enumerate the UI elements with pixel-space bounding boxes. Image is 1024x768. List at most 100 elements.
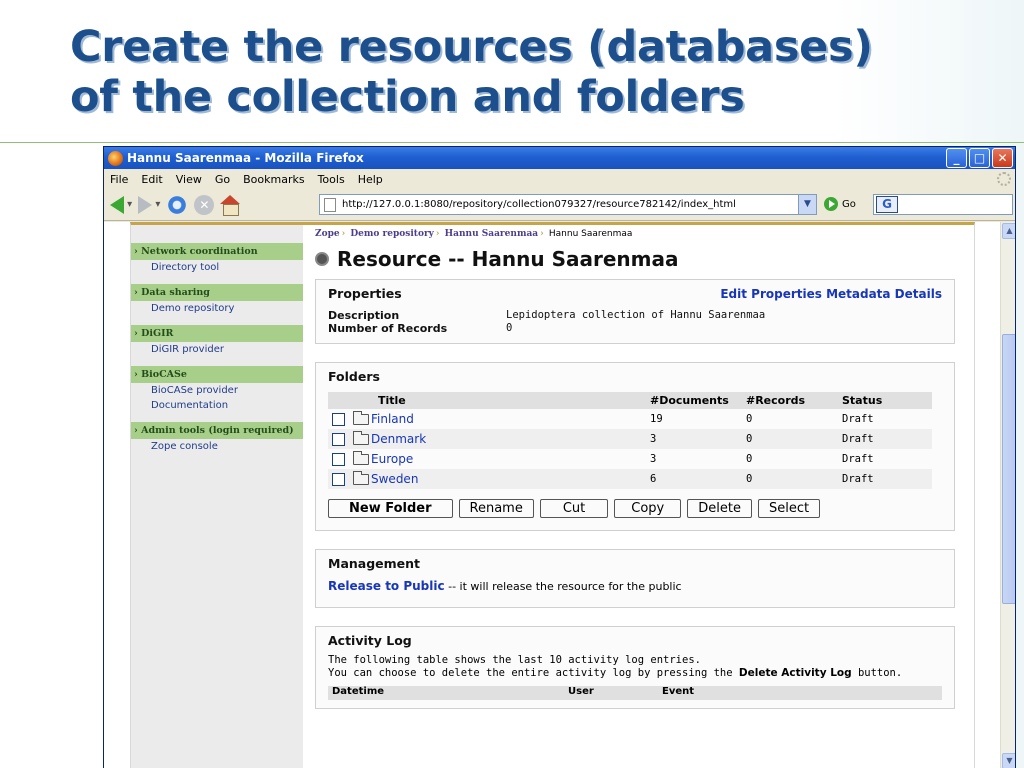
folders-panel: Folders Title #Documents #Records Status (315, 362, 955, 531)
home-button[interactable] (220, 194, 241, 216)
address-bar[interactable]: http://127.0.0.1:8080/repository/collect… (319, 194, 817, 215)
sidebar-head-data-sharing[interactable]: › Data sharing (131, 284, 303, 301)
release-description: -- it will release the resource for the … (444, 580, 682, 593)
home-icon (220, 194, 241, 216)
menu-edit[interactable]: Edit (141, 173, 162, 186)
status-cell: Draft (838, 429, 932, 449)
sidebar-item-zope-console[interactable]: Zope console (131, 439, 303, 454)
menu-bookmarks[interactable]: Bookmarks (243, 173, 304, 186)
scroll-thumb[interactable] (1002, 334, 1015, 604)
column-documents: #Documents (646, 392, 742, 409)
sidebar-item-demo-repository[interactable]: Demo repository (131, 301, 303, 316)
close-button[interactable]: ✕ (992, 148, 1013, 168)
table-row: Sweden 6 0 Draft (328, 469, 932, 489)
slide-title-line2: of the collection and folders (70, 72, 745, 122)
breadcrumb-demo-repository[interactable]: Demo repository (350, 229, 434, 239)
throbber-icon (997, 172, 1011, 186)
back-button[interactable]: ▾ (110, 195, 132, 214)
navigation-toolbar: ▾ ▾ ✕ http://127.0.0.1:8080/repository/c… (104, 189, 1015, 221)
delete-button[interactable]: Delete (687, 499, 752, 518)
sidebar-head-digir[interactable]: › DiGIR (131, 325, 303, 342)
folders-table: Title #Documents #Records Status Finland… (328, 392, 932, 489)
sidebar-item-digir-provider[interactable]: DiGIR provider (131, 342, 303, 357)
table-row: Europe 3 0 Draft (328, 449, 932, 469)
firefox-icon (108, 150, 123, 166)
properties-title: Properties (328, 286, 402, 301)
menu-bar: File Edit View Go Bookmarks Tools Help (104, 169, 1015, 189)
breadcrumb-hannu[interactable]: Hannu Saarenmaa (445, 229, 538, 239)
vertical-scrollbar[interactable]: ▲ ▼ (1000, 222, 1015, 768)
documents-cell: 19 (650, 413, 663, 425)
row-checkbox[interactable] (332, 413, 345, 426)
address-dropdown-icon[interactable]: ▼ (798, 195, 816, 214)
sidebar-item-documentation[interactable]: Documentation (131, 398, 303, 413)
row-checkbox[interactable] (332, 453, 345, 466)
page-icon (324, 197, 336, 212)
sidebar-head-network[interactable]: › Network coordination (131, 243, 303, 260)
menu-view[interactable]: View (176, 173, 202, 186)
new-folder-button[interactable]: New Folder (328, 499, 453, 518)
menu-help[interactable]: Help (358, 173, 383, 186)
folder-icon (353, 411, 369, 425)
search-input[interactable]: G (873, 194, 1013, 215)
folder-title[interactable]: Europe (371, 452, 413, 466)
rename-button[interactable]: Rename (458, 499, 534, 518)
description-label: Description (328, 309, 400, 322)
stop-button[interactable]: ✕ (194, 194, 215, 215)
go-label: Go (842, 198, 856, 210)
google-search-icon[interactable]: G (876, 196, 898, 213)
documents-cell: 6 (646, 469, 742, 489)
resource-icon (315, 252, 329, 266)
status-cell: Draft (842, 413, 874, 425)
row-checkbox[interactable] (332, 433, 345, 446)
maximize-button[interactable]: □ (969, 148, 990, 168)
menu-tools[interactable]: Tools (318, 173, 345, 186)
folder-title[interactable]: Denmark (371, 432, 426, 446)
edit-properties-links[interactable]: Edit Properties Metadata Details (720, 287, 942, 301)
cut-button[interactable]: Cut (539, 499, 609, 518)
menu-file[interactable]: File (110, 173, 128, 186)
management-panel: Management Release to Public -- it will … (315, 549, 955, 608)
activity-log-panel: Activity Log The following table shows t… (315, 626, 955, 709)
select-button[interactable]: Select (757, 499, 821, 518)
column-datetime: Datetime (332, 686, 385, 697)
sidebar-group-network: › Network coordination Directory tool (131, 243, 303, 275)
activity-log-title: Activity Log (328, 633, 412, 648)
status-cell: Draft (838, 469, 932, 489)
folder-title[interactable]: Finland (371, 412, 414, 426)
copy-button[interactable]: Copy (614, 499, 682, 518)
sidebar-group-admin: › Admin tools (login required) Zope cons… (131, 422, 303, 454)
sidebar-head-biocase[interactable]: › BioCASe (131, 366, 303, 383)
menu-go[interactable]: Go (215, 173, 230, 186)
folder-icon (353, 471, 369, 485)
minimize-button[interactable]: _ (946, 148, 967, 168)
delete-activity-log-label: Delete Activity Log (738, 667, 852, 679)
page-title-text: Resource -- Hannu Saarenmaa (337, 247, 679, 271)
folder-title[interactable]: Sweden (371, 472, 418, 486)
slide-title: Create the resources (databases) of the … (70, 22, 873, 122)
sidebar-item-biocase-provider[interactable]: BioCASe provider (131, 383, 303, 398)
forward-button[interactable]: ▾ (138, 195, 160, 214)
folders-title: Folders (328, 369, 380, 384)
records-value: 0 (506, 322, 513, 334)
sidebar-group-data-sharing: › Data sharing Demo repository (131, 284, 303, 316)
release-to-public-link[interactable]: Release to Public (328, 579, 445, 593)
sidebar-item-directory-tool[interactable]: Directory tool (131, 260, 303, 275)
sidebar-group-digir: › DiGIR DiGIR provider (131, 325, 303, 357)
scroll-down-icon[interactable]: ▼ (1002, 753, 1015, 768)
go-button[interactable]: Go (824, 197, 856, 211)
slide-divider (0, 142, 1024, 143)
breadcrumb-zope[interactable]: Zope (315, 229, 340, 239)
column-status: Status (838, 392, 932, 409)
row-checkbox[interactable] (332, 473, 345, 486)
column-records: #Records (742, 392, 838, 409)
activity-log-line2: You can choose to delete the entire acti… (328, 667, 739, 679)
activity-log-line1: The following table shows the last 10 ac… (328, 654, 701, 666)
sidebar-head-admin[interactable]: › Admin tools (login required) (131, 422, 303, 439)
reload-button[interactable] (166, 193, 189, 216)
column-user: User (568, 686, 594, 697)
breadcrumb: Zope › Demo repository › Hannu Saarenmaa › … (315, 229, 633, 239)
window-titlebar: Hannu Saarenmaa - Mozilla Firefox _ □ ✕ (104, 147, 1015, 169)
breadcrumb-current: Hannu Saarenmaa (548, 229, 633, 239)
scroll-up-icon[interactable]: ▲ (1002, 223, 1015, 239)
